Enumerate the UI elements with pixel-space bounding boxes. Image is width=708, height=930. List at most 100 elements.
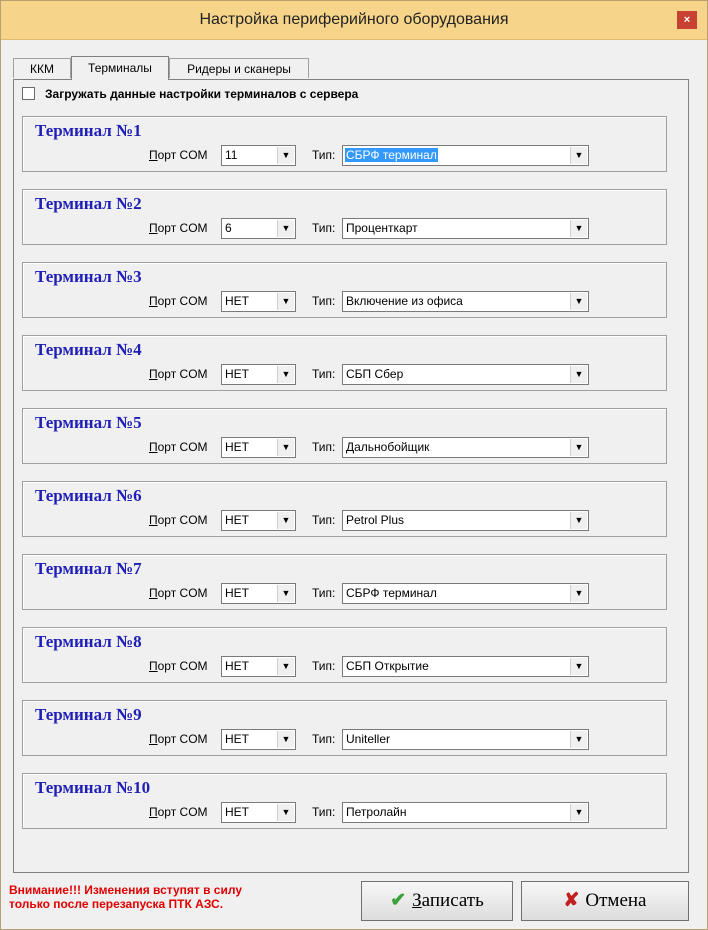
port-com-label: Порт COM (149, 513, 208, 527)
type-value: Дальнобойщик (346, 440, 430, 454)
terminal-group: Терминал №8 Порт COM НЕТ ▼ Тип: СБП Открытие ▼ (22, 627, 667, 683)
terminal-type-select[interactable]: СБРФ терминал ▼ (342, 145, 589, 166)
terminal-type-select[interactable]: Дальнобойщик ▼ (342, 437, 589, 458)
terminal-group: Терминал №3 Порт COM НЕТ ▼ Тип: Включение из … (22, 262, 667, 318)
terminal-title: Терминал №10 (35, 778, 151, 797)
title-bar: Настройка периферийного оборудования × (1, 1, 707, 40)
port-com-select[interactable]: НЕТ ▼ (221, 583, 296, 604)
port-com-select[interactable]: 11 ▼ (221, 145, 296, 166)
type-label: Тип: (312, 367, 336, 381)
port-com-select[interactable]: 6 ▼ (221, 218, 296, 239)
tab-terminals[interactable]: Терминалы (71, 56, 169, 80)
port-com-select[interactable]: НЕТ ▼ (221, 802, 296, 823)
cancel-button[interactable]: ✘ Отмена (521, 881, 689, 921)
down-arrow-icon[interactable]: ▼ (570, 366, 587, 383)
type-label: Тип: (312, 586, 336, 600)
down-arrow-icon[interactable]: ▼ (570, 731, 587, 748)
down-arrow-icon[interactable]: ▼ (277, 658, 294, 675)
type-value: Проценткарт (346, 221, 418, 235)
x-mark-icon: ✘ (563, 890, 580, 911)
terminal-title: Терминал №9 (35, 705, 142, 724)
down-arrow-icon[interactable]: ▼ (570, 220, 587, 237)
terminal-type-select[interactable]: СБП Сбер ▼ (342, 364, 589, 385)
tab-readers-scanners[interactable]: Ридеры и сканеры (169, 58, 309, 78)
type-label: Тип: (312, 732, 336, 746)
port-com-label: Порт COM (149, 221, 208, 235)
port-value: НЕТ (225, 440, 249, 454)
tab-kkm[interactable]: ККМ (13, 58, 71, 78)
down-arrow-icon[interactable]: ▼ (277, 366, 294, 383)
type-value: СБП Сбер (346, 367, 404, 381)
restart-warning: Внимание!!! Изменения вступят в силу тол… (9, 883, 349, 911)
down-arrow-icon[interactable]: ▼ (570, 512, 587, 529)
save-label: аписать (421, 890, 484, 911)
type-label: Тип: (312, 659, 336, 673)
down-arrow-icon[interactable]: ▼ (277, 439, 294, 456)
down-arrow-icon[interactable]: ▼ (570, 147, 587, 164)
port-com-label: Порт COM (149, 586, 208, 600)
terminal-title: Терминал №8 (35, 632, 142, 651)
save-mnemonic: З (412, 890, 422, 911)
port-com-select[interactable]: НЕТ ▼ (221, 656, 296, 677)
type-value: Uniteller (346, 732, 391, 746)
down-arrow-icon[interactable]: ▼ (277, 731, 294, 748)
port-com-select[interactable]: НЕТ ▼ (221, 291, 296, 312)
down-arrow-icon[interactable]: ▼ (277, 220, 294, 237)
terminal-title: Терминал №7 (35, 559, 142, 578)
warning-line-2: только после перезапуска ПТК АЗС. (9, 897, 224, 911)
port-com-select[interactable]: НЕТ ▼ (221, 510, 296, 531)
terminal-type-select[interactable]: Проценткарт ▼ (342, 218, 589, 239)
down-arrow-icon[interactable]: ▼ (277, 147, 294, 164)
window-title: Настройка периферийного оборудования (199, 11, 509, 28)
load-from-server-label: Загружать данные настройки терминалов с … (45, 87, 359, 101)
settings-window: Настройка периферийного оборудования × К… (0, 0, 708, 930)
terminal-title: Терминал №4 (35, 340, 142, 359)
type-value: СБРФ терминал (345, 148, 438, 162)
type-label: Тип: (312, 513, 336, 527)
terminal-group: Терминал №5 Порт COM НЕТ ▼ Тип: Дальнобойщик ▼ (22, 408, 667, 464)
terminal-type-select[interactable]: Включение из офиса ▼ (342, 291, 589, 312)
down-arrow-icon[interactable]: ▼ (570, 585, 587, 602)
port-com-label: Порт COM (149, 367, 208, 381)
terminal-group: Терминал №1 Порт COM 11 ▼ Тип: СБРФ терминал ▼ (22, 116, 667, 172)
terminal-group: Терминал №2 Порт COM 6 ▼ Тип: Проценткарт ▼ (22, 189, 667, 245)
terminal-type-select[interactable]: Петролайн ▼ (342, 802, 589, 823)
port-com-label: Порт COM (149, 294, 208, 308)
load-from-server-checkbox[interactable]: Загружать данные настройки терминалов с … (22, 86, 358, 102)
port-value: НЕТ (225, 659, 249, 673)
down-arrow-icon[interactable]: ▼ (570, 439, 587, 456)
type-label: Тип: (312, 221, 336, 235)
terminals-panel: Загружать данные настройки терминалов с … (13, 79, 689, 873)
type-value: Включение из офиса (346, 294, 463, 308)
down-arrow-icon[interactable]: ▼ (570, 658, 587, 675)
down-arrow-icon[interactable]: ▼ (570, 804, 587, 821)
down-arrow-icon[interactable]: ▼ (277, 512, 294, 529)
save-button[interactable]: ✔ Записать (361, 881, 513, 921)
terminal-type-select[interactable]: Petrol Plus ▼ (342, 510, 589, 531)
down-arrow-icon[interactable]: ▼ (570, 293, 587, 310)
port-com-select[interactable]: НЕТ ▼ (221, 364, 296, 385)
terminal-type-select[interactable]: СБП Открытие ▼ (342, 656, 589, 677)
port-com-select[interactable]: НЕТ ▼ (221, 437, 296, 458)
port-value: НЕТ (225, 586, 249, 600)
terminal-title: Терминал №3 (35, 267, 142, 286)
terminal-group: Терминал №9 Порт COM НЕТ ▼ Тип: Uniteller ▼ (22, 700, 667, 756)
type-label: Тип: (312, 805, 336, 819)
terminal-group: Терминал №4 Порт COM НЕТ ▼ Тип: СБП Сбер ▼ (22, 335, 667, 391)
checkbox-box[interactable] (22, 87, 35, 100)
close-button[interactable]: × (677, 11, 697, 29)
port-value: НЕТ (225, 294, 249, 308)
down-arrow-icon[interactable]: ▼ (277, 585, 294, 602)
terminal-type-select[interactable]: Uniteller ▼ (342, 729, 589, 750)
down-arrow-icon[interactable]: ▼ (277, 293, 294, 310)
port-com-label: Порт COM (149, 732, 208, 746)
port-value: НЕТ (225, 805, 249, 819)
terminal-group: Терминал №10 Порт COM НЕТ ▼ Тип: Петролайн ▼ (22, 773, 667, 829)
port-com-select[interactable]: НЕТ ▼ (221, 729, 296, 750)
port-value: НЕТ (225, 513, 249, 527)
terminal-type-select[interactable]: СБРФ терминал ▼ (342, 583, 589, 604)
down-arrow-icon[interactable]: ▼ (277, 804, 294, 821)
terminal-group: Терминал №6 Порт COM НЕТ ▼ Тип: Petrol Plus ▼ (22, 481, 667, 537)
type-value: Petrol Plus (346, 513, 405, 527)
port-value: 6 (225, 221, 232, 235)
